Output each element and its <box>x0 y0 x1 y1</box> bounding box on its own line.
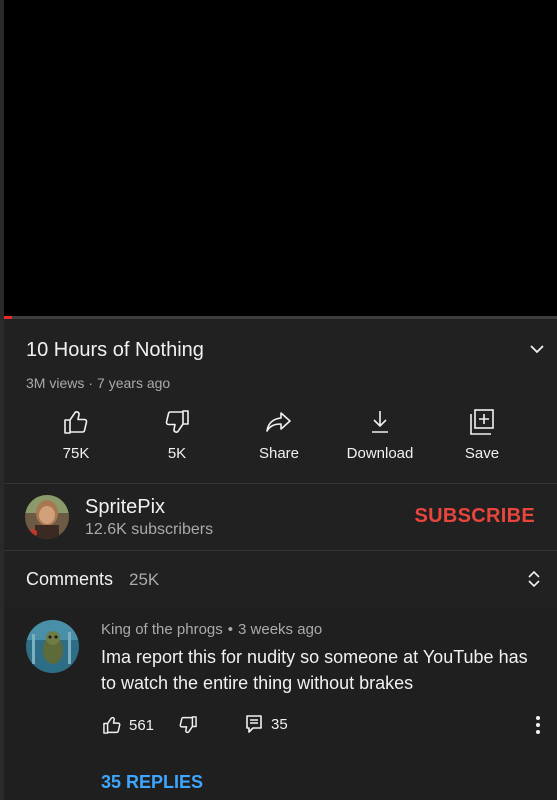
download-icon <box>365 407 395 437</box>
subscribe-button[interactable]: SUBSCRIBE <box>415 505 536 528</box>
share-button[interactable]: Share <box>234 407 324 462</box>
comments-header[interactable]: Comments 25K <box>4 551 557 607</box>
thumbs-up-icon <box>101 714 123 736</box>
comment-author[interactable]: King of the phrogs <box>101 621 223 638</box>
channel-avatar[interactable] <box>25 495 69 539</box>
comment-actions: 561 35 <box>101 714 551 738</box>
meta-separator: · <box>88 375 94 391</box>
comment-text: Ima report this for nudity so someone at… <box>101 647 528 693</box>
comments-title: Comments <box>26 569 114 589</box>
comment-meta: King of the phrogs • 3 weeks ago <box>101 621 322 638</box>
thumbs-down-icon <box>177 714 199 736</box>
upload-age: 7 years ago <box>97 375 171 391</box>
like-button[interactable]: 75K <box>31 407 121 462</box>
save-playlist-icon <box>467 407 497 437</box>
channel-row[interactable]: SpritePix 12.6K subscribers SUBSCRIBE <box>4 484 557 550</box>
more-vert-icon[interactable] <box>535 714 541 736</box>
dislike-button[interactable]: 5K <box>132 407 222 462</box>
save-label: Save <box>464 445 500 462</box>
thumbs-up-icon <box>61 407 91 437</box>
comment-reply-count: 35 <box>271 715 288 733</box>
dislike-count: 5K <box>167 445 187 462</box>
video-meta: 3M views · 7 years ago <box>26 375 170 391</box>
thumbs-down-icon <box>162 407 192 437</box>
video-title[interactable]: 10 Hours of Nothing <box>26 339 204 362</box>
share-icon <box>264 407 294 437</box>
video-player[interactable] <box>4 0 557 317</box>
video-info: 10 Hours of Nothing 3M views · 7 years ago… <box>4 319 557 483</box>
comment-item: King of the phrogs • 3 weeks ago Ima repor… <box>4 608 557 800</box>
view-replies-link[interactable]: 35 REPLIES <box>101 772 203 793</box>
like-count: 75K <box>62 445 90 462</box>
reply-icon <box>245 714 263 734</box>
view-count: 3M views <box>26 375 85 391</box>
meta-separator: • <box>227 621 234 638</box>
action-bar: 75K 5K Share Download Save <box>4 407 557 467</box>
channel-name[interactable]: SpritePix <box>85 496 165 519</box>
expand-collapse-icon[interactable] <box>523 567 545 591</box>
comment-like-button[interactable]: 561 <box>101 714 154 736</box>
comment-like-count: 561 <box>129 716 155 734</box>
chevron-down-icon[interactable] <box>525 337 549 361</box>
share-label: Share <box>258 445 300 462</box>
comments-count: 25K <box>129 570 160 589</box>
subscriber-count: 12.6K subscribers <box>85 521 214 538</box>
comment-dislike-button[interactable] <box>177 714 199 736</box>
save-button[interactable]: Save <box>437 407 527 462</box>
download-button[interactable]: Download <box>335 407 425 462</box>
comment-age: 3 weeks ago <box>238 621 323 638</box>
commenter-avatar[interactable] <box>26 620 79 673</box>
comment-reply-button[interactable]: 35 <box>245 714 288 734</box>
download-label: Download <box>346 445 414 462</box>
